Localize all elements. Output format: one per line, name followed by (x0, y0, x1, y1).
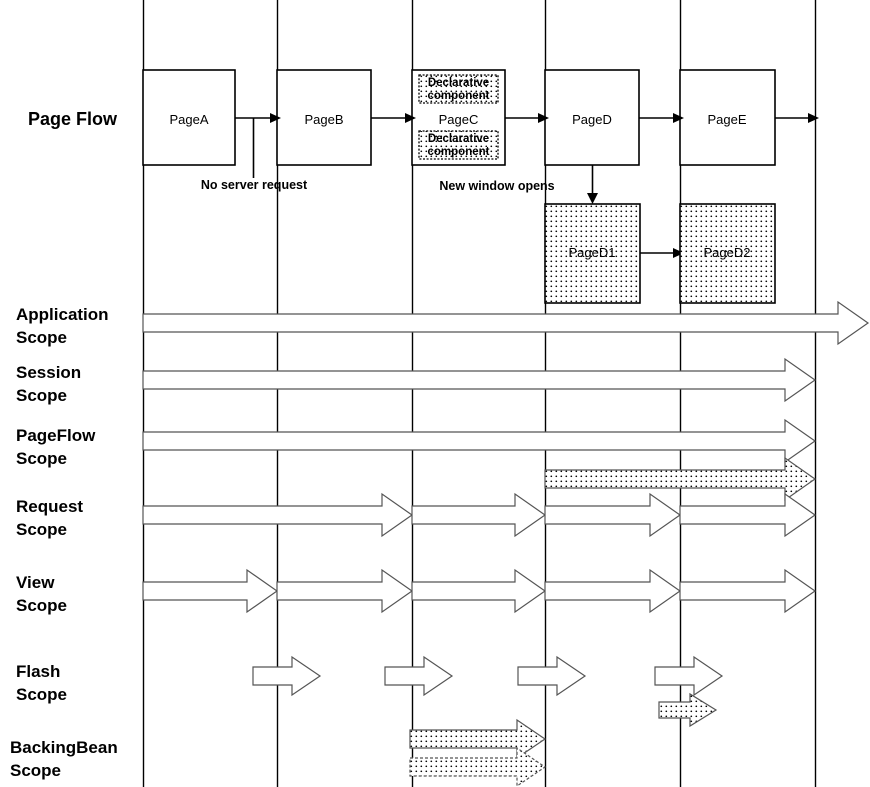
flash-scope-arrow-popup (658, 692, 718, 728)
note-new-window-opens: New window opens (439, 179, 554, 193)
application-scope-label-line1: Application (16, 305, 109, 324)
pageflow-scope-arrow-main (142, 418, 817, 464)
backingbean-scope-label-line1: BackingBean (10, 738, 118, 757)
request-scope-arrow-2 (411, 492, 547, 538)
page-box-a-label: PageA (169, 112, 208, 127)
request-scope-arrow-3 (544, 492, 682, 538)
declarative-component-bottom-line1: Declarative (428, 133, 489, 145)
pageflow-scope-label-line1: PageFlow (16, 426, 96, 445)
flash-scope-label-line1: Flash (16, 662, 60, 681)
connector-e-to-exit-head (808, 113, 819, 123)
page-box-d-label: PageD (572, 112, 612, 127)
backingbean-scope-arrow-1 (409, 718, 547, 760)
scope-page-flow-diagram: Page Flow PageA PageB Declarative compon… (0, 0, 870, 787)
request-scope-label-line1: Request (16, 497, 83, 516)
view-scope-label-line2: Scope (16, 596, 67, 615)
page-box-e-label: PageE (707, 112, 746, 127)
page-box-d2-label: PageD2 (704, 245, 751, 260)
view-scope-arrow-2 (276, 568, 414, 614)
declarative-component-bottom-line2: component (428, 146, 490, 158)
declarative-component-top-line2: component (428, 90, 490, 102)
diagram-canvas: Page Flow PageA PageB Declarative compon… (10, 0, 870, 787)
flash-scope-arrow-1 (252, 655, 322, 697)
view-scope-label-line1: View (16, 573, 55, 592)
note-no-server-request: No server request (201, 178, 308, 192)
pageflow-scope-label-line2: Scope (16, 449, 67, 468)
declarative-component-top-line1: Declarative (428, 77, 489, 89)
flash-scope-label-line2: Scope (16, 685, 67, 704)
page-box-c-label: PageC (439, 112, 479, 127)
flash-scope-arrow-4 (654, 655, 724, 697)
view-scope-arrow-5 (679, 568, 817, 614)
view-scope-arrow-4 (544, 568, 682, 614)
application-scope-arrow (142, 300, 870, 346)
backingbean-scope-arrow-2 (409, 746, 547, 787)
view-scope-arrow-3 (411, 568, 547, 614)
session-scope-arrow (142, 357, 817, 403)
request-scope-label-line2: Scope (16, 520, 67, 539)
page-box-d1-label: PageD1 (569, 245, 616, 260)
application-scope-label-line2: Scope (16, 328, 67, 347)
page-flow-row-label: Page Flow (28, 109, 118, 129)
flash-scope-arrow-2 (384, 655, 454, 697)
session-scope-label-line1: Session (16, 363, 81, 382)
connector-d-to-d1-head (587, 193, 598, 204)
backingbean-scope-label-line2: Scope (10, 761, 61, 780)
session-scope-label-line2: Scope (16, 386, 67, 405)
view-scope-arrow-1 (142, 568, 279, 614)
request-scope-arrow-4 (679, 492, 817, 538)
flash-scope-arrow-3 (517, 655, 587, 697)
page-box-b-label: PageB (304, 112, 343, 127)
